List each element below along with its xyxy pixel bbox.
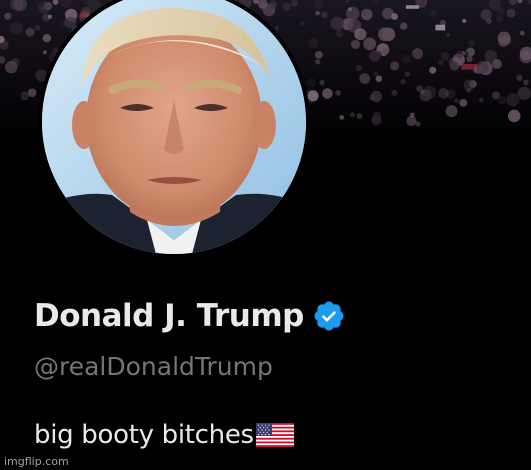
profile-bio: big booty bitches <box>34 420 294 450</box>
imgflip-watermark: imgflip.com <box>4 455 69 468</box>
bio-text: big booty bitches <box>34 420 254 450</box>
profile-avatar[interactable] <box>38 0 310 258</box>
username-handle: @realDonaldTrump <box>34 352 273 381</box>
display-name-row: Donald J. Trump <box>34 298 346 334</box>
display-name: Donald J. Trump <box>34 298 304 334</box>
us-flag-icon <box>255 423 294 447</box>
avatar-portrait-image <box>42 0 306 254</box>
verified-checkmark-icon[interactable] <box>312 299 346 333</box>
